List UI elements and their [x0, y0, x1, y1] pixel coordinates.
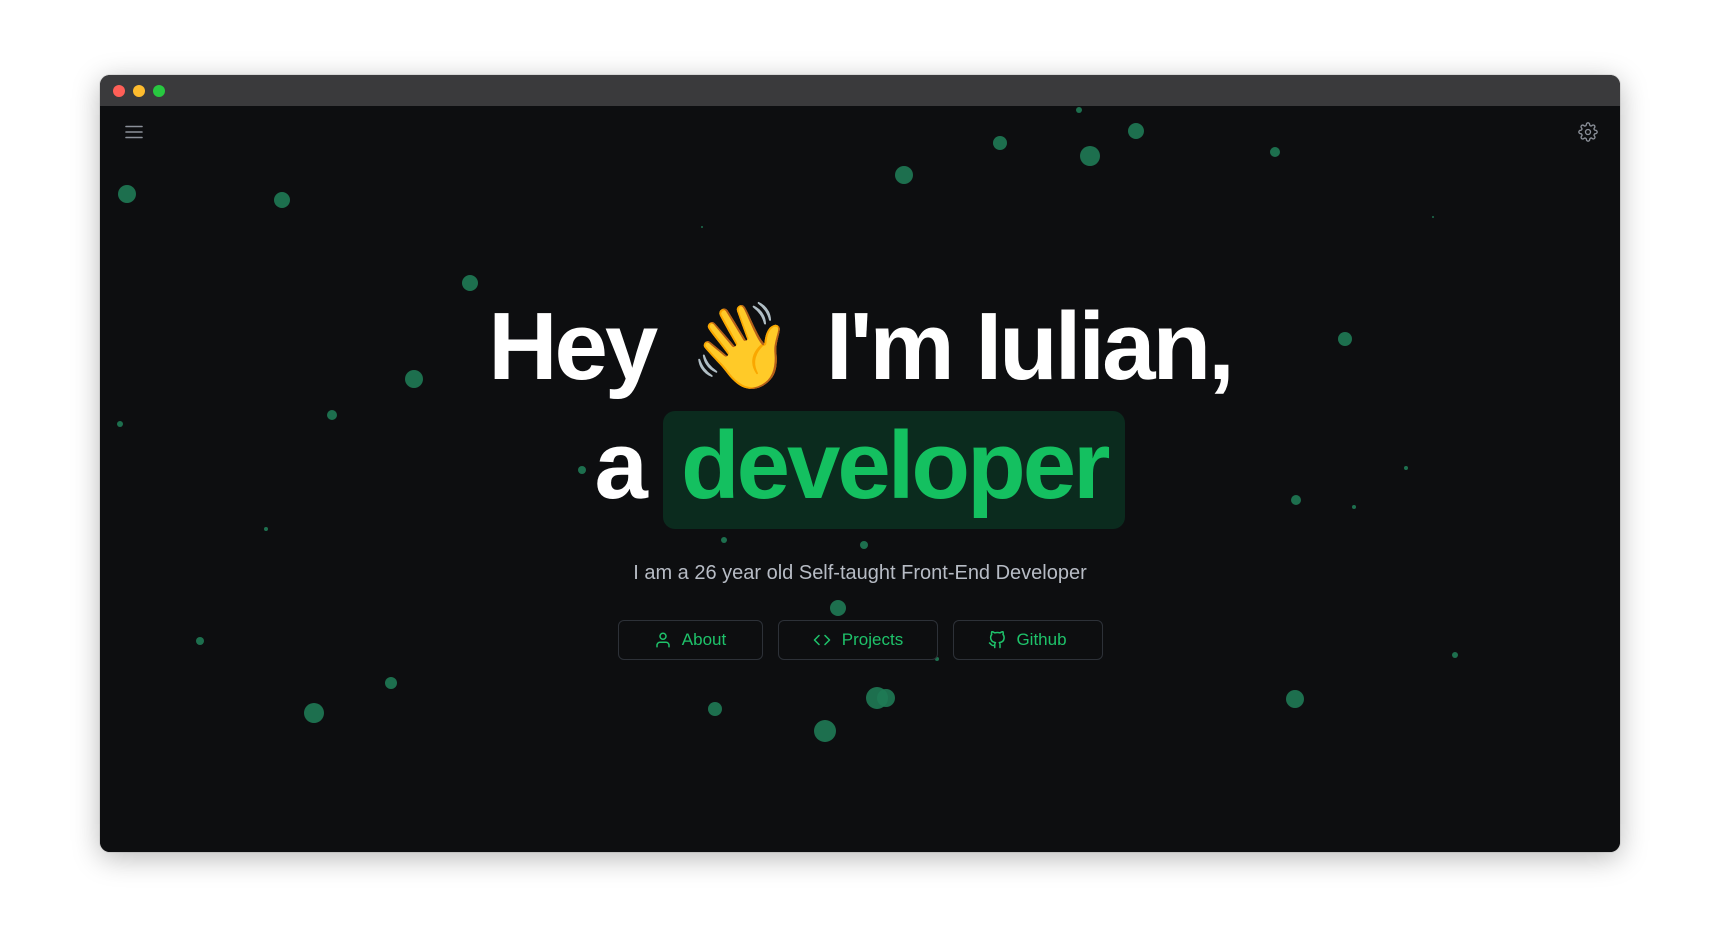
particle-dot [1270, 147, 1280, 157]
close-window-button[interactable] [113, 85, 125, 97]
particle-dot [721, 537, 727, 543]
waving-hand-icon: 👋 [689, 299, 794, 393]
menu-button[interactable] [120, 118, 148, 146]
settings-button[interactable] [1574, 118, 1602, 146]
particle-dot [304, 703, 324, 723]
github-button[interactable]: Github [952, 620, 1103, 660]
hero-heading-line-2: a developer [100, 411, 1620, 529]
browser-window: Hey 👋 I'm Iulian, a developer I am a 26 yea… [100, 75, 1620, 852]
user-icon [656, 632, 670, 648]
particle-dot [1286, 690, 1304, 708]
github-icon [989, 631, 1006, 649]
window-titlebar [100, 75, 1620, 106]
particle-dot [701, 226, 703, 228]
particle-dot [1128, 123, 1144, 139]
projects-button[interactable]: Projects [777, 620, 938, 660]
particle-dot [895, 166, 913, 184]
particle-dot [274, 192, 290, 208]
hero-heading-line-1: Hey 👋 I'm Iulian, [100, 296, 1620, 397]
particle-dot [830, 600, 846, 616]
particle-dot [1432, 216, 1434, 218]
about-button[interactable]: About [617, 620, 763, 660]
about-button-label: About [681, 630, 727, 649]
particle-dot [993, 136, 1007, 150]
hero-buttons: About Projects Github [100, 620, 1620, 660]
code-icon [813, 634, 831, 646]
projects-button-label: Projects [841, 630, 904, 649]
minimize-window-button[interactable] [133, 85, 145, 97]
particle-dot [860, 541, 868, 549]
particle-dot [118, 185, 136, 203]
github-button-label: Github [1016, 630, 1067, 649]
gear-icon [1578, 122, 1598, 142]
hero-name: I'm Iulian, [825, 293, 1235, 400]
page-content: Hey 👋 I'm Iulian, a developer I am a 26 yea… [100, 106, 1620, 852]
particle-dot [877, 689, 895, 707]
particle-dot [708, 702, 722, 716]
particle-dot [385, 677, 397, 689]
particle-dot [1076, 107, 1082, 113]
hero-article: a [594, 412, 648, 519]
hero-subtitle: I am a 26 year old Self-taught Front-End… [633, 562, 1087, 584]
particle-dot [814, 720, 836, 742]
particle-dot [462, 275, 478, 291]
hero-role-highlight: developer [662, 411, 1126, 529]
hamburger-menu-icon [125, 125, 143, 139]
maximize-window-button[interactable] [153, 85, 165, 97]
hero-greeting: Hey [488, 293, 658, 400]
particle-dot [1080, 146, 1100, 166]
